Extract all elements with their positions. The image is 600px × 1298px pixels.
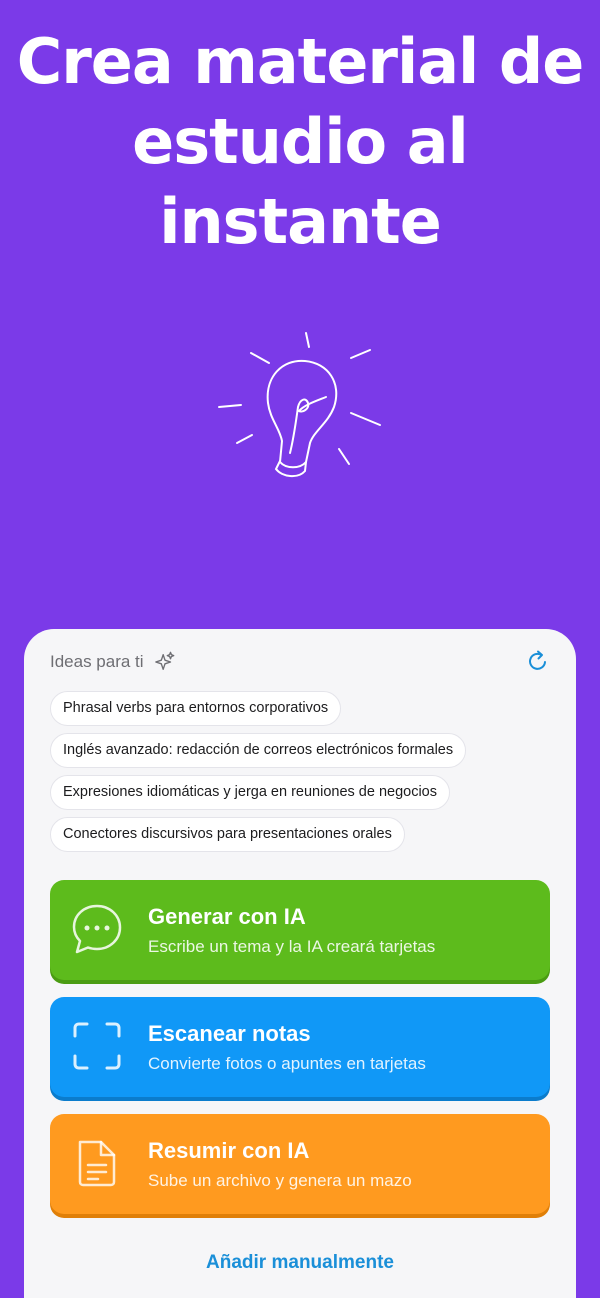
headline-line-2: estudio al — [132, 105, 469, 178]
document-icon — [78, 1140, 116, 1187]
scan-notes-button[interactable]: Escanear notas Convierte fotos o apuntes… — [50, 997, 550, 1097]
idea-chip-3[interactable]: Expresiones idiomáticas y jerga en reuni… — [50, 775, 450, 810]
idea-chip-2[interactable]: Inglés avanzado: redacción de correos el… — [50, 733, 467, 768]
scan-notes-subtitle: Convierte fotos o apuntes en tarjetas — [148, 1054, 426, 1073]
summarize-with-ai-title: Resumir con IA — [148, 1138, 310, 1163]
scan-notes-title: Escanear notas — [148, 1021, 311, 1046]
summarize-with-ai-subtitle: Sube un archivo y genera un mazo — [148, 1171, 412, 1190]
page-headline: Crea material de estudio al instante — [0, 22, 600, 262]
idea-chip-1[interactable]: Phrasal verbs para entornos corporativos — [50, 691, 342, 726]
add-manually-link[interactable]: Añadir manualmente — [24, 1252, 576, 1274]
scan-frame-icon — [73, 1022, 121, 1070]
generate-with-ai-title: Generar con IA — [148, 904, 306, 929]
idea-chips: Phrasal verbs para entornos corporativos… — [50, 691, 467, 852]
headline-line-3: instante — [159, 185, 442, 258]
idea-chip-4[interactable]: Conectores discursivos para presentacion… — [50, 817, 405, 852]
generate-with-ai-subtitle: Escribe un tema y la IA creará tarjetas — [148, 937, 436, 956]
lightbulb-icon — [218, 332, 381, 477]
chat-bubble-icon — [72, 904, 122, 954]
generate-with-ai-button[interactable]: Generar con IA Escribe un tema y la IA c… — [50, 880, 550, 980]
refresh-icon[interactable] — [526, 649, 550, 673]
headline-line-1: Crea material de — [16, 25, 585, 98]
summarize-with-ai-button[interactable]: Resumir con IA Sube un archivo y genera … — [50, 1114, 550, 1214]
create-card: Ideas para ti Phrasal verbs para entorno… — [24, 629, 576, 1298]
sparkle-icon — [154, 651, 174, 671]
ideas-header: Ideas para ti — [50, 651, 176, 673]
ideas-title: Ideas para ti — [50, 652, 144, 671]
